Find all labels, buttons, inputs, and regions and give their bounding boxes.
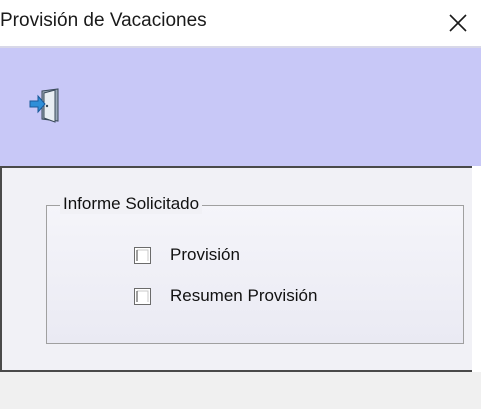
window-title: Provisión de Vacaciones [0, 10, 207, 31]
exit-button[interactable] [22, 82, 70, 130]
option-provision-label: Provisión [170, 245, 240, 264]
option-provision[interactable]: Provisión [134, 245, 240, 265]
report-groupbox [46, 205, 464, 344]
exit-door-icon [29, 88, 59, 123]
checkbox-resumen-provision[interactable] [134, 287, 151, 305]
toolbar [0, 48, 481, 166]
option-resumen-provision[interactable]: Resumen Provisión [134, 286, 317, 306]
checkbox-provision[interactable] [134, 246, 151, 264]
group-legend: Informe Solicitado [60, 194, 203, 214]
close-button[interactable] [435, 0, 481, 46]
footer-bar [0, 372, 481, 409]
close-icon [449, 14, 467, 32]
option-resumen-provision-label: Resumen Provisión [170, 286, 318, 305]
title-bar: Provisión de Vacaciones [0, 0, 481, 46]
